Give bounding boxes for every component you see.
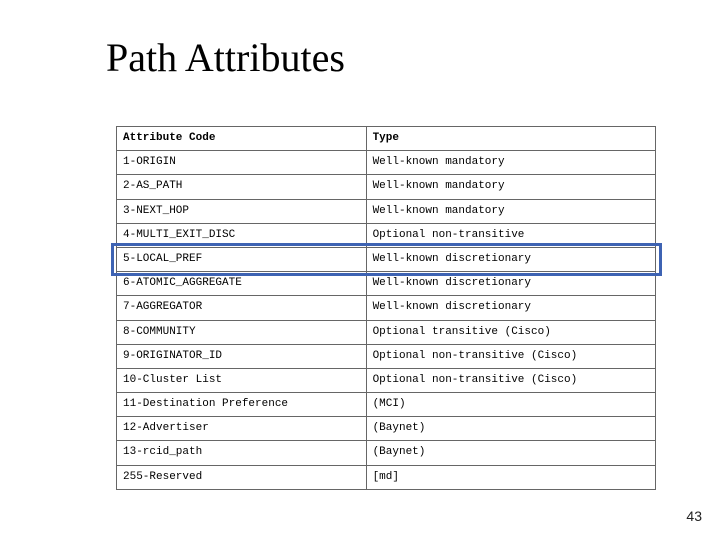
cell-type: (MCI) [366,393,655,417]
slide: Path Attributes Attribute Code Type 1-OR… [0,0,720,540]
cell-type: Optional transitive (Cisco) [366,320,655,344]
attributes-table: Attribute Code Type 1-ORIGINWell-known m… [116,126,656,490]
cell-code: 255-Reserved [117,465,367,489]
cell-type: Optional non-transitive (Cisco) [366,344,655,368]
table-row: 4-MULTI_EXIT_DISCOptional non-transitive [117,223,656,247]
table-header-row: Attribute Code Type [117,127,656,151]
cell-code: 10-Cluster List [117,368,367,392]
cell-code: 12-Advertiser [117,417,367,441]
cell-code: 11-Destination Preference [117,393,367,417]
cell-code: 2-AS_PATH [117,175,367,199]
cell-type: Well-known discretionary [366,272,655,296]
table-row: 3-NEXT_HOPWell-known mandatory [117,199,656,223]
table-row: 1-ORIGINWell-known mandatory [117,151,656,175]
cell-code: 8-COMMUNITY [117,320,367,344]
cell-code: 5-LOCAL_PREF [117,247,367,271]
table-row: 5-LOCAL_PREFWell-known discretionary [117,247,656,271]
cell-type: Well-known mandatory [366,199,655,223]
table-row: 7-AGGREGATORWell-known discretionary [117,296,656,320]
col-header-type: Type [366,127,655,151]
cell-type: Well-known discretionary [366,247,655,271]
cell-code: 3-NEXT_HOP [117,199,367,223]
table-row: 10-Cluster ListOptional non-transitive (… [117,368,656,392]
table-row: 2-AS_PATHWell-known mandatory [117,175,656,199]
table-row: 9-ORIGINATOR_IDOptional non-transitive (… [117,344,656,368]
cell-type: Optional non-transitive [366,223,655,247]
cell-type: Optional non-transitive (Cisco) [366,368,655,392]
table-row: 8-COMMUNITYOptional transitive (Cisco) [117,320,656,344]
table-row: 6-ATOMIC_AGGREGATEWell-known discretiona… [117,272,656,296]
page-number: 43 [686,508,702,524]
col-header-code: Attribute Code [117,127,367,151]
table-row: 13-rcid_path(Baynet) [117,441,656,465]
cell-code: 4-MULTI_EXIT_DISC [117,223,367,247]
cell-type: Well-known mandatory [366,175,655,199]
table-row: 12-Advertiser(Baynet) [117,417,656,441]
page-title: Path Attributes [106,34,345,81]
cell-code: 13-rcid_path [117,441,367,465]
cell-code: 7-AGGREGATOR [117,296,367,320]
cell-code: 1-ORIGIN [117,151,367,175]
cell-type: Well-known mandatory [366,151,655,175]
table-row: 255-Reserved[md] [117,465,656,489]
cell-type: Well-known discretionary [366,296,655,320]
cell-code: 6-ATOMIC_AGGREGATE [117,272,367,296]
cell-code: 9-ORIGINATOR_ID [117,344,367,368]
cell-type: (Baynet) [366,417,655,441]
cell-type: [md] [366,465,655,489]
cell-type: (Baynet) [366,441,655,465]
table-row: 11-Destination Preference(MCI) [117,393,656,417]
